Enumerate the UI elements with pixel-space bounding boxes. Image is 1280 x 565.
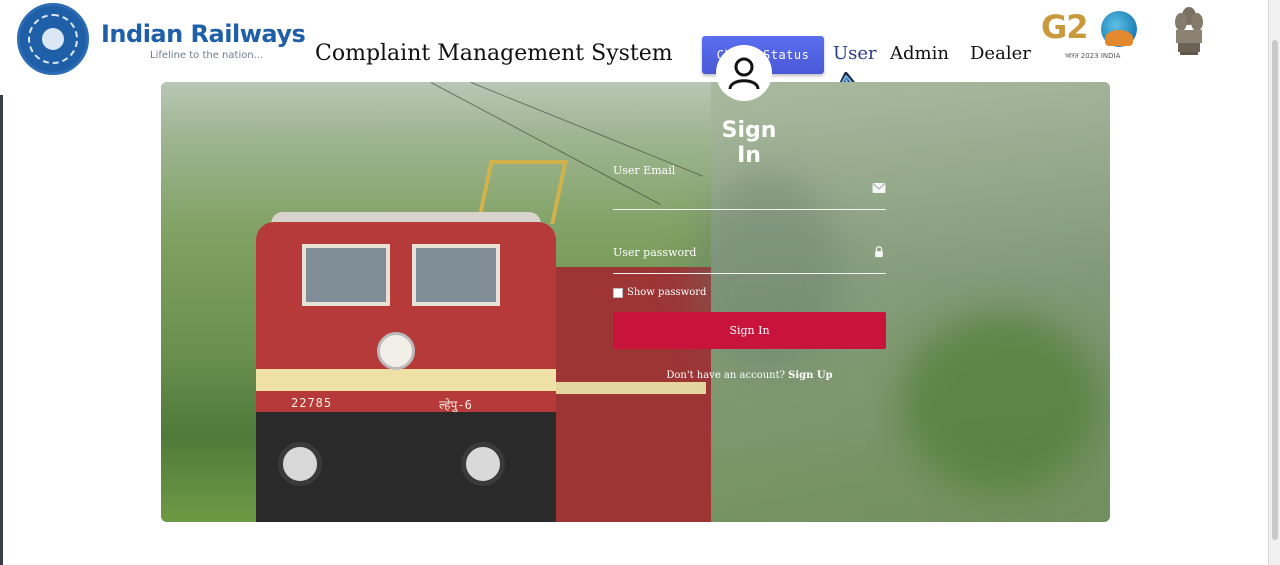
g20-logo-icon: G2 भारत 2023 INDIA (1041, 8, 1141, 64)
loco-number: 22785 (291, 396, 333, 410)
email-label: User Email (613, 164, 676, 177)
site-header: Indian Railways Lifeline to the nation..… (0, 0, 1268, 99)
nav-dealer-link[interactable]: Dealer (970, 43, 1031, 64)
login-card: 22785 ल्हेपु-6 (161, 82, 1110, 522)
railways-logo-icon[interactable] (17, 3, 89, 75)
page-title: Complaint Management System (315, 41, 673, 66)
nav-user-link[interactable]: User (833, 43, 877, 64)
g20-subtitle: भारत 2023 INDIA (1065, 52, 1121, 60)
window-edge-left (0, 95, 3, 565)
scrollbar[interactable] (1268, 0, 1280, 565)
show-password-label: Show password (627, 287, 707, 298)
email-field[interactable]: User Email (613, 162, 886, 210)
email-input[interactable] (613, 189, 853, 209)
brand-tagline: Lifeline to the nation... (150, 50, 264, 61)
brand-name[interactable]: Indian Railways (101, 20, 306, 48)
show-password-checkbox[interactable] (613, 287, 623, 298)
no-account-text: Don't have an account? (666, 370, 785, 381)
emblem-icon (1175, 7, 1203, 55)
train-photo: 22785 ल्हेपु-6 (161, 82, 711, 522)
password-field[interactable]: User password (613, 244, 886, 274)
loco-number-local: ल्हेपु-6 (439, 398, 472, 412)
user-avatar-icon (716, 45, 772, 101)
g20-text: G2 (1041, 8, 1089, 46)
show-password-toggle[interactable]: Show password (613, 287, 706, 298)
scrollbar-thumb[interactable] (1272, 40, 1278, 540)
signup-link[interactable]: Sign Up (788, 370, 832, 381)
envelope-icon (872, 183, 886, 193)
signin-button[interactable]: Sign In (613, 312, 886, 349)
password-input[interactable] (613, 253, 853, 273)
lock-icon (875, 246, 883, 258)
nav-admin-link[interactable]: Admin (890, 43, 949, 64)
signin-title: Sign In (721, 118, 777, 168)
signup-prompt: Don't have an account? Sign Up (613, 370, 886, 381)
